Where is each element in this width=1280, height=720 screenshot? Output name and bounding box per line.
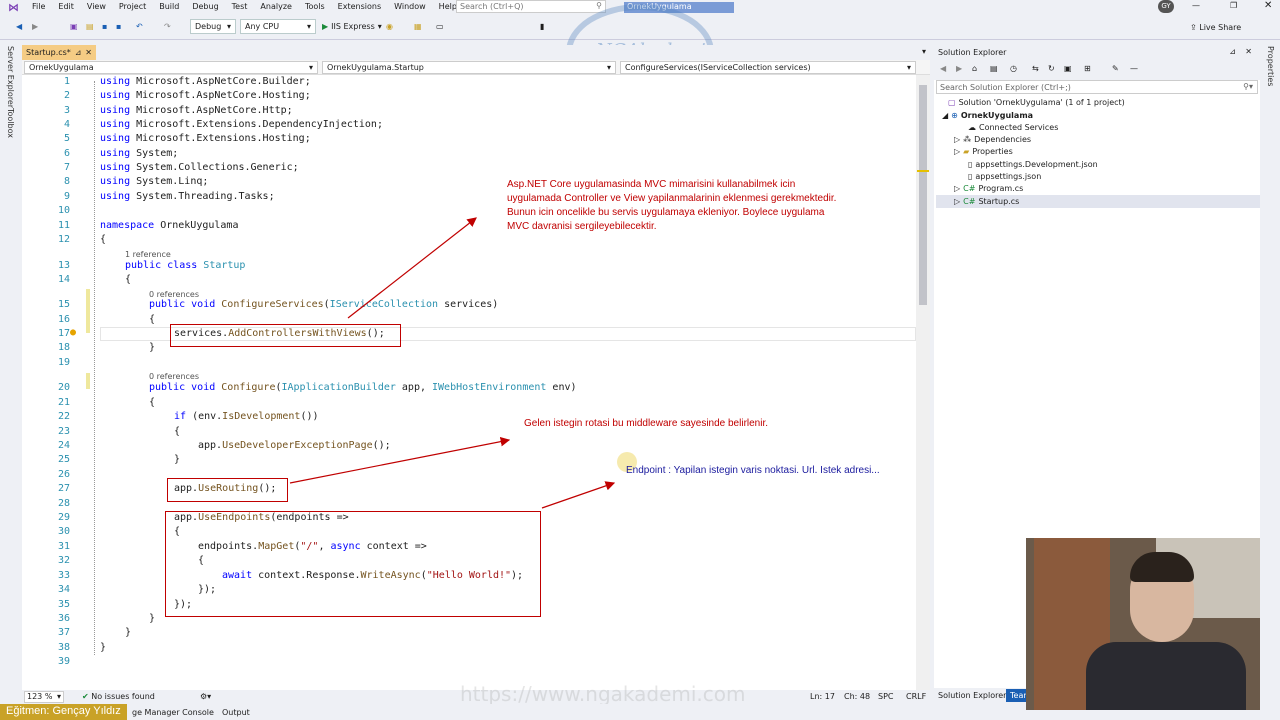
csharp-file-icon: C# [963,197,976,206]
user-avatar[interactable]: GY [1158,0,1174,13]
git-icon[interactable]: ⚙▾ [200,692,211,701]
note-routing: Gelen istegin rotasi bu middleware sayes… [524,418,769,429]
minimize-icon[interactable]: — [1192,1,1200,10]
chevron-right-icon: ▷ [954,197,961,206]
tree-program-cs[interactable]: ▷ C# Program.cs [954,184,1023,193]
tree-dependencies[interactable]: ▷ ⁂ Dependencies [954,135,1031,144]
editor-status-bar: 123 % ▾ ✔ No issues found ⚙▾ https://www.… [0,682,930,706]
tree-label: Startup.cs [978,197,1020,206]
right-tool-strip: Properties [1262,42,1280,690]
refresh-icon[interactable]: ↻ [1048,64,1055,73]
arrow-1 [347,217,477,319]
home-icon[interactable]: ⌂ [972,64,977,73]
issues-indicator[interactable]: ✔ No issues found [82,692,155,701]
note-mvc-line: uygulamada Controller ve View yapilanmal… [507,193,837,204]
col-indicator: Ch: 48 [844,692,871,701]
watermark: https://www.ngakademi.com [460,682,746,706]
pin-icon[interactable]: ⊿ [1229,47,1236,56]
tree-label: OrnekUygulama [960,111,1034,120]
note-mvc-line: Asp.NET Core uygulamasinda MVC mimarisin… [507,179,796,190]
chevron-down-icon: ◢ [942,111,949,120]
properties-tab[interactable]: Properties [1266,46,1275,86]
switch-views-icon[interactable]: ▤ [990,64,998,73]
note-mvc-line: Bunun icin oncelikle bu servis uygulamay… [507,207,825,218]
presenter-body [1086,642,1246,710]
annotation-arrows [289,217,616,509]
tab-solution-explorer[interactable]: Solution Explorer [938,691,1006,700]
line-indicator: Ln: 17 [810,692,835,701]
cloud-icon: ☁ [968,123,976,132]
note-endpoint: Endpoint : Yapilan istegin varis noktasi… [626,465,880,476]
tree-label: Properties [972,147,1013,156]
tree-appsettings-dev[interactable]: ▯ appsettings.Development.json [968,160,1098,169]
tree-label: appsettings.Development.json [975,160,1098,169]
arrow-3 [541,481,616,509]
tab-package-manager[interactable]: ge Manager Console [132,708,214,717]
solution-search-input[interactable]: Search Solution Explorer (Ctrl+;) ⚲▾ [936,80,1258,94]
presenter-hair [1130,552,1194,582]
csproj-icon: ⊕ [951,111,958,120]
tree-connected-services[interactable]: ☁ Connected Services [968,123,1058,132]
folder-icon: ▰ [963,147,970,156]
instructor-caption: Eğitmen: Gençay Yıldız [0,704,127,720]
webcam-overlay [1026,538,1260,710]
solution-icon: ▢ [948,98,956,107]
close-icon[interactable]: ✕ [1264,0,1272,11]
tree-label: Dependencies [974,135,1032,144]
zoom-select[interactable]: 123 % ▾ [24,691,64,703]
solution-explorer-header: Solution Explorer ⊿ ✕ [934,45,1260,60]
note-mvc: Asp.NET Core uygulamasinda MVC mimarisin… [507,178,907,234]
csharp-file-icon: C# [963,184,976,193]
restore-icon[interactable]: ❐ [1230,1,1237,10]
dependencies-icon: ⁂ [963,135,972,144]
tree-solution[interactable]: ▢ Solution 'OrnekUygulama' (1 of 1 projec… [948,98,1125,107]
close-icon[interactable]: ✕ [1245,47,1252,56]
chevron-right-icon: ▷ [954,147,961,156]
arrow-2 [289,436,511,484]
minus-icon[interactable]: — [1130,64,1138,73]
tab-output[interactable]: Output [222,708,250,717]
tree-label: appsettings.json [975,172,1042,181]
history-icon[interactable]: ◷ [1010,64,1017,73]
search-placeholder: Search Solution Explorer (Ctrl+;) [940,83,1071,92]
note-mvc-line: MVC davranisi sergileyebilecektir. [507,221,657,232]
back-icon[interactable]: ◀ [940,64,946,73]
tree-project[interactable]: ◢ ⊕ OrnekUygulama [942,111,1033,120]
bottom-tab-row: Eğitmen: Gençay Yıldız ge Manager Consol… [0,704,930,720]
tree-properties[interactable]: ▷ ▰ Properties [954,147,1013,156]
check-icon: ✔ [82,692,89,701]
eol-indicator: CRLF [906,692,927,701]
tree-label: Solution 'OrnekUygulama' (1 of 1 project… [958,98,1125,107]
tree-label: Program.cs [978,184,1024,193]
chevron-down-icon: ▾ [56,692,61,701]
filter-icon[interactable]: ⊞ [1084,64,1091,73]
sync-icon[interactable]: ⇆ [1032,64,1039,73]
json-file-icon: ▯ [968,160,973,169]
chevron-right-icon: ▷ [954,184,961,193]
forward-icon[interactable]: ▶ [956,64,962,73]
json-file-icon: ▯ [968,172,973,181]
issues-label: No issues found [91,692,155,701]
search-icon: ⚲▾ [1243,82,1253,91]
live-share-button[interactable]: ⇪ Live Share [1190,23,1241,32]
properties-icon[interactable]: ✎ [1112,64,1119,73]
collapse-icon[interactable]: ▣ [1064,64,1072,73]
spacing-indicator: SPC [878,692,894,701]
tree-label: Connected Services [979,123,1059,132]
solution-explorer-title: Solution Explorer [938,48,1007,57]
live-share-label: Live Share [1199,23,1242,32]
tree-startup-cs[interactable]: ▷ C# Startup.cs [936,195,1260,208]
tree-appsettings[interactable]: ▯ appsettings.json [968,172,1041,181]
zoom-value: 123 % [27,692,53,701]
chevron-right-icon: ▷ [954,135,961,144]
live-share-icon: ⇪ [1190,23,1197,32]
solution-explorer-toolbar: ◀ ▶ ⌂ ▤ ◷ ⇆ ↻ ▣ ⊞ ✎ — [934,60,1260,80]
